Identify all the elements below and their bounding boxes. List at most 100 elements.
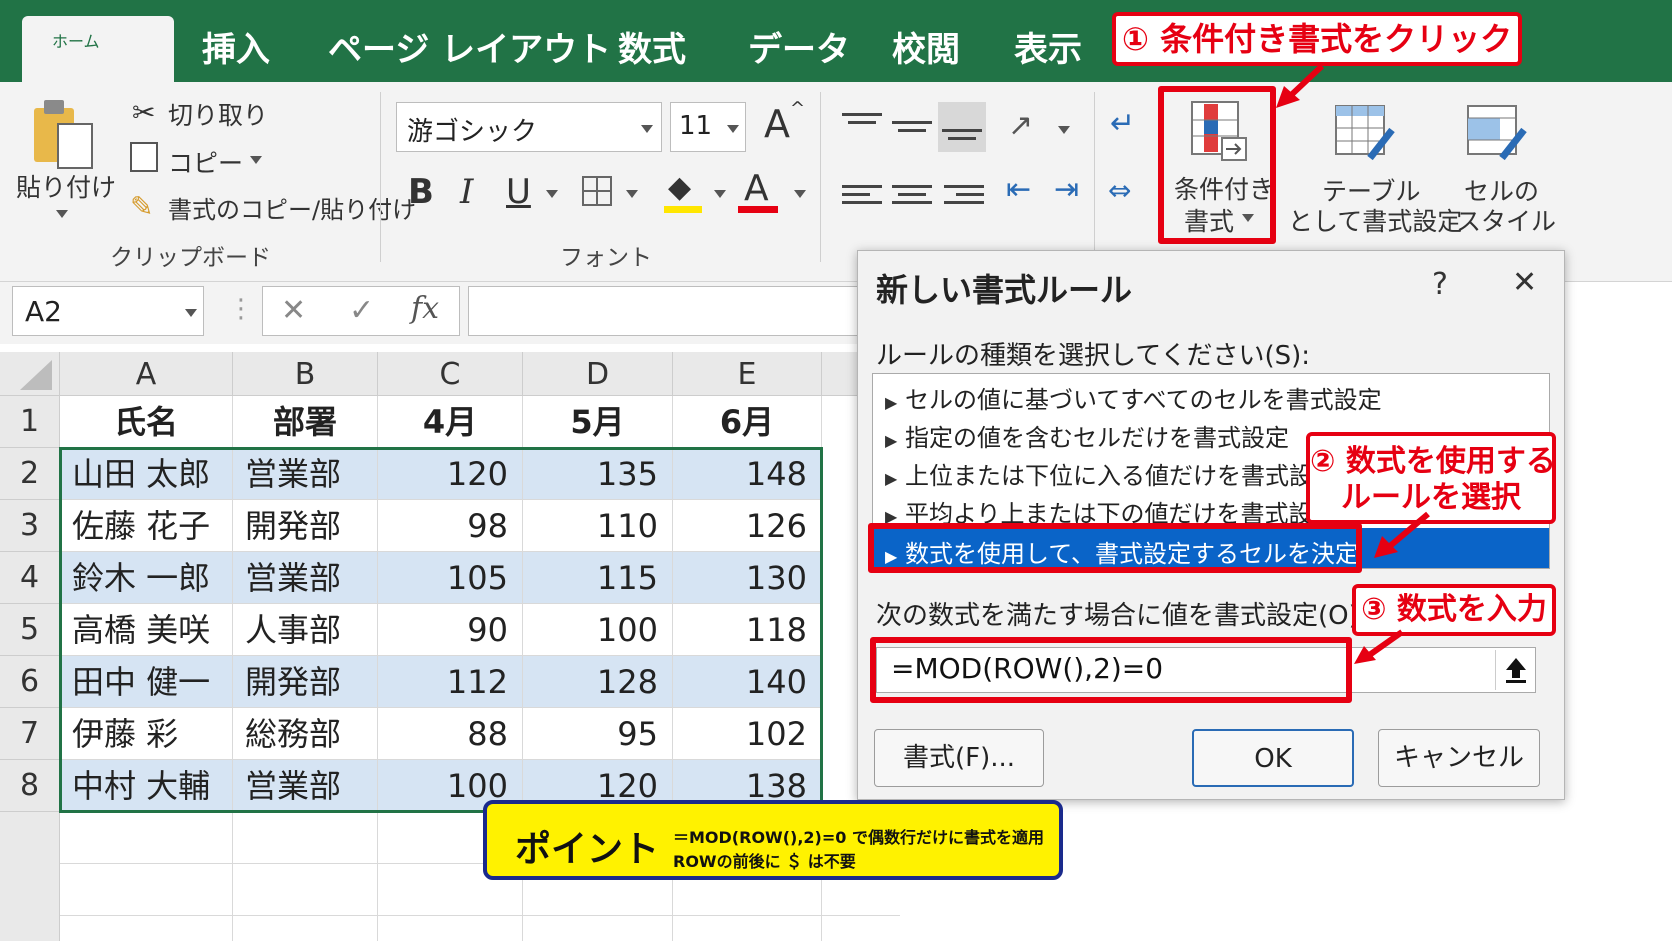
borders-dropdown-icon[interactable] (626, 190, 638, 198)
point-title: ポイント (515, 829, 660, 870)
copy-dropdown-icon[interactable] (250, 156, 262, 164)
chevron-down-icon (727, 125, 739, 133)
align-bottom-icon[interactable] (942, 124, 982, 150)
rule-type-item-label: 指定の値を含むセルだけを書式設定 (904, 424, 1289, 452)
excel-window: ホーム 挿入 ページ レイアウト 数式 データ 校閲 表示 貼り付け ✂ 切り取… (0, 0, 1672, 941)
cell-styles-button-line2[interactable]: スタイル (1456, 202, 1556, 238)
align-top-icon[interactable] (842, 108, 882, 134)
cancel-edit-icon[interactable]: ✕ (281, 293, 306, 328)
format-painter-icon: ✎ (130, 190, 154, 223)
name-box-value: A2 (25, 295, 62, 328)
underline-button[interactable]: U (506, 172, 531, 212)
rule-type-item-label: 上位または下位に入る値だけを書式設定 (904, 462, 1337, 490)
format-as-table-icon[interactable] (1334, 104, 1396, 162)
orientation-icon[interactable]: ↗ (1008, 108, 1033, 143)
header-cell[interactable]: 4月 (378, 396, 523, 448)
highlight-conditional-formatting (1158, 86, 1276, 244)
chevron-down-icon (641, 125, 653, 133)
row-header[interactable]: 5 (0, 604, 60, 656)
header-cell[interactable]: 部署 (233, 396, 378, 448)
help-button[interactable]: ? (1432, 267, 1448, 302)
align-middle-icon[interactable] (892, 116, 932, 142)
upload-arrow-icon (1506, 658, 1526, 683)
fill-color-dropdown-icon[interactable] (714, 190, 726, 198)
font-size-dropdown[interactable]: 11 (670, 102, 746, 152)
tab-home[interactable]: ホーム (22, 16, 174, 82)
row-header[interactable]: 7 (0, 708, 60, 760)
orientation-dropdown-icon[interactable] (1058, 126, 1070, 134)
ok-button[interactable]: OK (1192, 729, 1354, 787)
tab-formulas[interactable]: 数式 (618, 22, 686, 71)
decrease-indent-icon[interactable]: ⇤ (1006, 172, 1031, 207)
header-cell[interactable]: 5月 (523, 396, 673, 448)
tab-insert[interactable]: 挿入 (202, 22, 270, 71)
header-cell[interactable]: 6月 (673, 396, 822, 448)
copy-icon (130, 142, 158, 172)
select-all-corner[interactable] (0, 352, 60, 396)
insert-function-icon[interactable]: fx (411, 291, 439, 326)
paste-button[interactable]: 貼り付け (16, 168, 116, 204)
row-header[interactable]: 1 (0, 396, 60, 448)
collapse-dialog-button[interactable] (1495, 650, 1535, 690)
tab-data[interactable]: データ (748, 22, 850, 71)
row-header[interactable]: 4 (0, 552, 60, 604)
paste-icon[interactable] (30, 96, 94, 172)
formula-bar: A2 ⋮ ✕ ✓ fx (0, 282, 900, 344)
borders-icon[interactable] (582, 176, 612, 206)
font-color-dropdown-icon[interactable] (794, 190, 806, 198)
tab-home-label: ホーム (52, 32, 100, 51)
cell-styles-icon[interactable] (1466, 104, 1528, 162)
format-as-table-button-line2[interactable]: として書式設定 (1288, 202, 1462, 238)
font-name-dropdown[interactable]: 游ゴシック (396, 102, 662, 152)
row-header[interactable]: 8 (0, 760, 60, 812)
font-color-icon[interactable]: A (744, 168, 769, 209)
row-header[interactable]: 6 (0, 656, 60, 708)
column-header[interactable]: A (60, 352, 233, 396)
tab-view[interactable]: 表示 (1014, 22, 1082, 71)
header-cell[interactable]: 氏名 (60, 396, 233, 448)
align-center-icon[interactable] (892, 180, 932, 206)
format-painter-button[interactable]: 書式のコピー/貼り付け (168, 190, 416, 225)
font-group-label: フォント (560, 245, 652, 271)
new-formatting-rule-dialog: 新しい書式ルール ? ✕ ルールの種類を選択してください(S): ▶ セルの値に… (857, 250, 1565, 800)
rule-type-item[interactable]: ▶ 指定の値を含むセルだけを書式設定 (885, 418, 1289, 453)
cut-button[interactable]: 切り取り (168, 96, 268, 132)
paste-dropdown-icon[interactable] (56, 210, 68, 218)
increase-indent-icon[interactable]: ⇥ (1054, 172, 1079, 207)
tab-page-layout[interactable]: ページ レイアウト (328, 22, 611, 71)
fill-color-icon[interactable]: ◆ (668, 170, 691, 205)
format-button[interactable]: 書式(F)... (874, 729, 1044, 787)
tab-review[interactable]: 校閲 (892, 22, 960, 71)
column-header[interactable]: D (523, 352, 673, 396)
copy-button[interactable]: コピー (168, 144, 243, 180)
align-left-icon[interactable] (842, 180, 882, 206)
font-color-swatch (738, 206, 778, 213)
confirm-edit-icon[interactable]: ✓ (349, 293, 374, 328)
row-header[interactable]: 2 (0, 448, 60, 500)
cancel-button[interactable]: キャンセル (1378, 729, 1540, 787)
bold-button[interactable]: B (408, 172, 434, 212)
grow-font-icon[interactable]: A (764, 102, 790, 146)
column-header[interactable]: C (378, 352, 523, 396)
highlight-formula-rule (868, 523, 1362, 573)
merge-center-icon[interactable]: ⇔ (1108, 174, 1131, 207)
close-icon[interactable]: ✕ (1512, 265, 1537, 300)
dialog-title: 新しい書式ルール (876, 271, 1133, 309)
clipboard-group-label: クリップボード (110, 245, 271, 271)
ribbon-separator (1094, 92, 1095, 262)
scissors-icon: ✂ (132, 96, 156, 129)
rule-type-item[interactable]: ▶ セルの値に基づいてすべてのセルを書式設定 (885, 380, 1382, 415)
formula-input[interactable] (468, 286, 888, 336)
column-header[interactable]: B (233, 352, 378, 396)
column-header[interactable]: E (673, 352, 822, 396)
row-header[interactable]: 3 (0, 500, 60, 552)
align-right-icon[interactable] (944, 180, 984, 206)
chevron-down-icon (185, 309, 197, 317)
name-box[interactable]: A2 (12, 286, 204, 336)
row-header-extra (0, 812, 60, 941)
rule-type-label: ルールの種類を選択してください(S): (876, 341, 1310, 371)
italic-button[interactable]: I (460, 172, 473, 212)
underline-dropdown-icon[interactable] (546, 190, 558, 198)
wrap-text-icon[interactable]: ↵ (1110, 106, 1135, 141)
rule-type-item[interactable]: ▶ 上位または下位に入る値だけを書式設定 (885, 456, 1337, 491)
